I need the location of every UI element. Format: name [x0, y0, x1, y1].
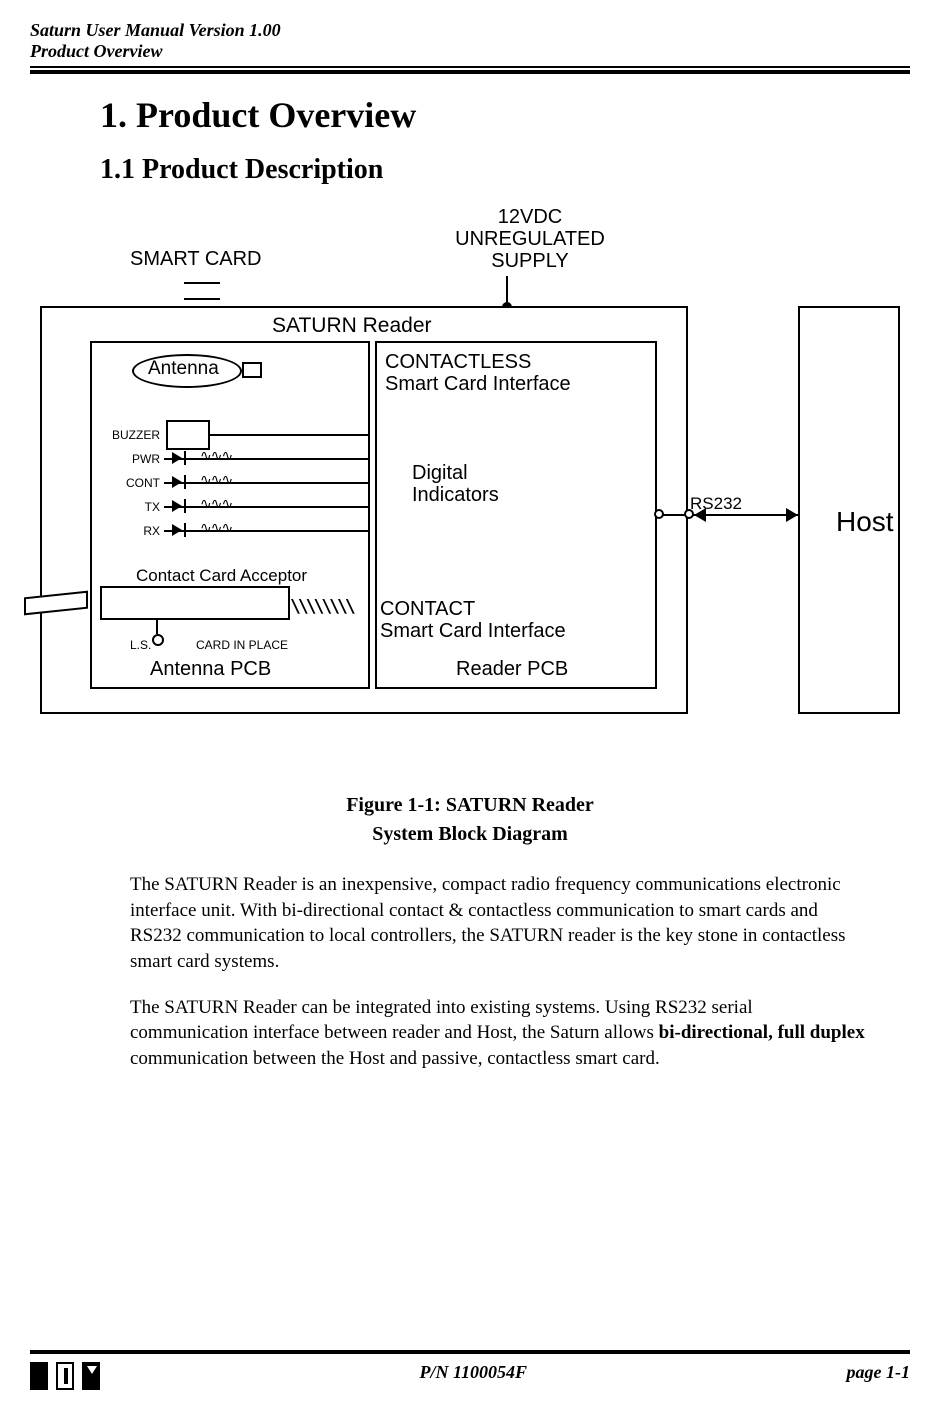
rs232-line: [658, 514, 798, 516]
contactless-l2: Smart Card Interface: [385, 373, 571, 395]
smartcard-icon: [184, 298, 220, 300]
led-icon: [172, 500, 182, 512]
led-icon: [172, 476, 182, 488]
buzzer-box: [166, 420, 210, 450]
smartcard-icon: [184, 282, 220, 284]
pwr-label: PWR: [100, 452, 160, 466]
digital-l2: Indicators: [412, 484, 499, 506]
contact-line: [30, 206, 72, 208]
digital-l1: Digital: [412, 462, 468, 484]
reader-pcb-label: Reader PCB: [456, 658, 568, 681]
paragraph-1: The SATURN Reader is an inexpensive, com…: [130, 872, 870, 975]
header-subtitle: Product Overview: [30, 41, 910, 62]
antenna-pcb-label: Antenna PCB: [150, 658, 271, 681]
antenna-label: Antenna: [148, 358, 219, 380]
led-icon: [184, 475, 186, 489]
contact-l1: CONTACT: [380, 598, 475, 620]
heading-1: 1. Product Overview: [100, 94, 910, 136]
page-header: Saturn User Manual Version 1.00 Product …: [30, 20, 910, 74]
digital-indicators-label: Digital Indicators: [412, 462, 499, 506]
ls-node: [152, 634, 164, 646]
ls-line: [156, 620, 158, 634]
header-rule: [30, 66, 910, 74]
figure-caption-line1: Figure 1-1: SATURN Reader: [30, 794, 910, 817]
paragraph-2: The SATURN Reader can be integrated into…: [130, 995, 870, 1072]
logo-bar-icon: [82, 1362, 100, 1390]
buzzer-label: BUZZER: [100, 428, 160, 442]
buzzer-line: [210, 434, 370, 436]
supply-label: 12VDC UNREGULATED SUPPLY: [430, 206, 630, 272]
saturn-label: SATURN Reader: [272, 314, 432, 338]
contact-connector-icon: \\\\\\\\: [290, 596, 353, 617]
antenna-connector: [242, 362, 262, 378]
resistor-icon: ∿∿∿: [200, 496, 232, 512]
header-title: Saturn User Manual Version 1.00: [30, 20, 910, 41]
page-footer: P/N 1100054F page 1-1: [30, 1340, 910, 1390]
led-icon: [184, 499, 186, 513]
ls-label: L.S.: [130, 638, 151, 652]
antenna-pcb-box: [90, 341, 370, 689]
contact-label: CONTACT Smart Card Interface: [380, 598, 566, 642]
paragraph-2-bold: bi-directional, full duplex: [659, 1022, 865, 1043]
led-icon: [172, 452, 182, 464]
arrow-right-icon: [786, 508, 798, 522]
host-label: Host: [836, 506, 894, 538]
paragraph-2b: communication between the Host and passi…: [130, 1048, 660, 1069]
rx-label: RX: [100, 524, 160, 538]
logo-bar-icon: [56, 1362, 74, 1390]
pwr-line: [164, 458, 370, 460]
heading-2: 1.1 Product Description: [100, 154, 910, 186]
resistor-icon: ∿∿∿: [200, 448, 232, 464]
smartcard-label: SMART CARD: [130, 248, 262, 271]
footer-pn: P/N 1100054F: [420, 1362, 528, 1390]
tx-line: [164, 506, 370, 508]
cont-line: [164, 482, 370, 484]
rx-line: [164, 530, 370, 532]
block-diagram: SMART CARD 12VDC UNREGULATED SUPPLY Host…: [30, 206, 910, 766]
led-icon: [184, 451, 186, 465]
figure-caption-line2: System Block Diagram: [30, 823, 910, 846]
rs232-node: [654, 509, 664, 519]
contact-l2: Smart Card Interface: [380, 620, 566, 642]
footer-logo: [30, 1362, 100, 1390]
resistor-icon: ∿∿∿: [200, 520, 232, 536]
tx-label: TX: [100, 500, 160, 514]
contact-acceptor-label: Contact Card Acceptor: [136, 566, 307, 586]
resistor-icon: ∿∿∿: [200, 472, 232, 488]
led-icon: [172, 524, 182, 536]
logo-bar-icon: [30, 1362, 48, 1390]
led-icon: [184, 523, 186, 537]
contactless-label: CONTACTLESS Smart Card Interface: [385, 351, 571, 395]
footer-page: page 1-1: [847, 1362, 910, 1390]
rs232-label: RS232: [690, 494, 742, 514]
acceptor-box: [100, 586, 290, 620]
footer-rule: [30, 1350, 910, 1354]
card-in-place-label: CARD IN PLACE: [196, 638, 288, 652]
cont-label: CONT: [100, 476, 160, 490]
contactless-l1: CONTACTLESS: [385, 351, 531, 373]
